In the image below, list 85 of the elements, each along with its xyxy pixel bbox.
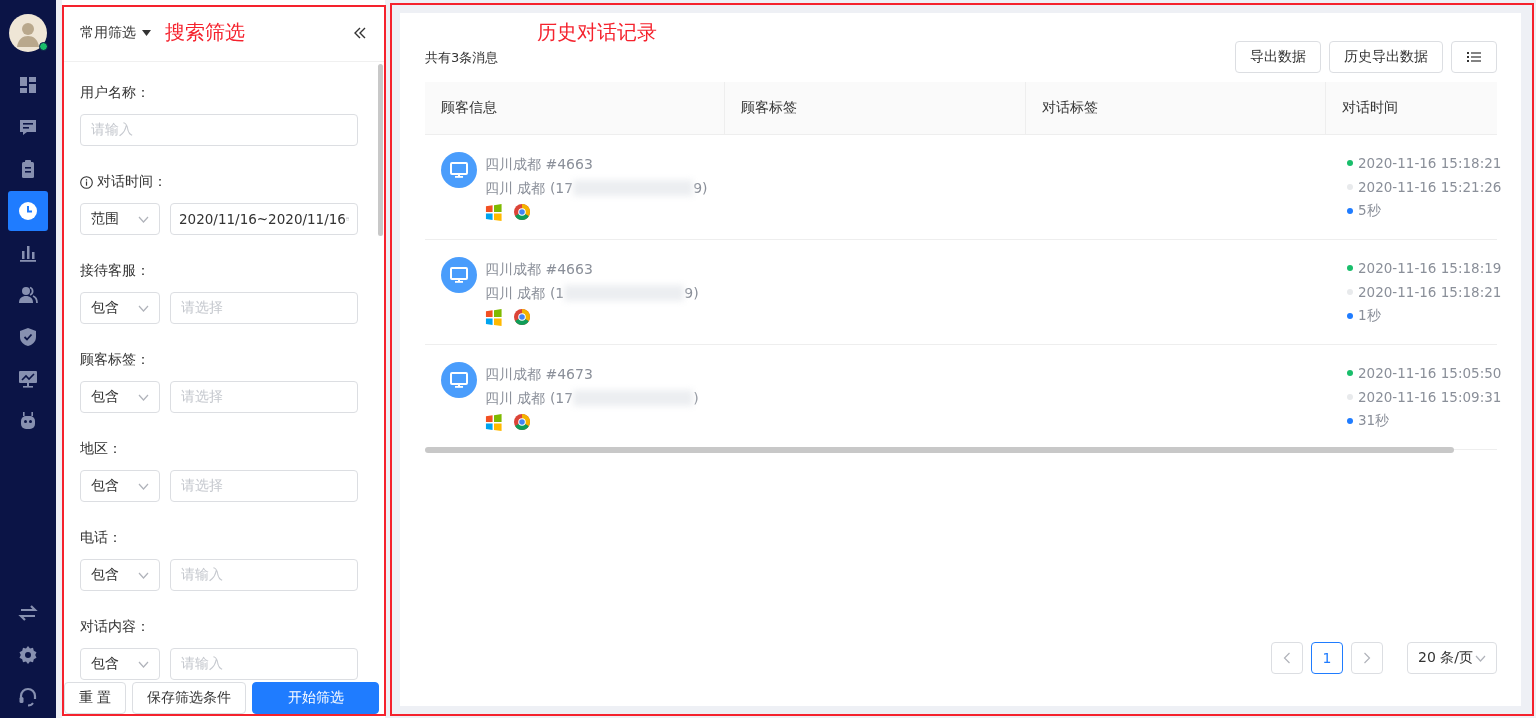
color-squares-icon [485,413,503,431]
avatar[interactable] [9,14,47,52]
field-label: 对话时间： [97,173,167,191]
color-squares-icon [485,308,503,326]
shield-icon [18,327,38,347]
customer-location: 四川 成都 (17 [485,179,574,198]
operator-select[interactable]: 包含 [80,559,160,591]
customer-location: 9) [684,284,699,303]
customer-location: ) [693,389,699,408]
chevron-down-icon [138,215,149,223]
time-text: 2020-11-16 15:18:21 [1358,155,1502,171]
time-text: 2020-11-16 15:21:26 [1358,179,1502,195]
customer-location: 9) [693,179,708,198]
chevron-down-icon [138,571,149,579]
customer-location: 四川 成都 (1 [485,284,565,303]
color-wheel-icon [513,308,531,326]
monitor-avatar [441,257,477,293]
chevron-down-icon [1475,654,1486,662]
filter-button[interactable]: 重 置 [64,682,127,714]
color-squares-icon [485,203,503,221]
monitor-chart-icon [18,369,38,389]
time-text: 1秒 [1358,307,1381,325]
horizontal-scrollbar[interactable] [425,447,1455,453]
swap-icon [18,603,38,623]
time-text: 2020-11-16 15:05:50 [1358,365,1502,381]
chevron-down-icon [138,482,149,490]
time-text: 5秒 [1358,202,1381,220]
apply-filter-button[interactable]: 开始筛选 [252,682,379,714]
collapse-icon[interactable] [353,25,367,40]
field-label: 电话： [80,529,122,547]
users-icon [18,285,38,305]
preset-dropdown[interactable]: 常用筛选 [80,23,151,42]
clock-icon [18,201,38,221]
date-range-input[interactable]: 2020/11/16~2020/11/16 [170,203,358,235]
nav-item[interactable] [8,191,48,231]
color-wheel-icon [513,413,531,431]
field-label: 顾客标签： [80,351,150,369]
robot-icon [18,411,38,431]
annotation-label: 历史对话记录 [537,19,657,46]
filter-button[interactable]: 保存筛选条件 [132,682,247,714]
column-menu-button[interactable] [1451,41,1497,73]
customer-name: 四川成都 #4663 [485,155,594,174]
export-button[interactable]: 导出数据 [1235,41,1321,73]
field-label: 用户名称： [80,84,150,102]
dashboard-icon [18,75,38,95]
monitor-avatar [441,152,477,188]
chevron-down-icon [138,304,149,312]
operator-select[interactable]: 包含 [80,381,160,413]
page-button[interactable]: 1 [1311,642,1343,674]
list-icon [1467,51,1481,63]
annotation-label: 搜索筛选 [165,19,245,46]
chevron-right-icon [1363,652,1371,664]
column-header: 对话时间 [1341,98,1399,117]
export-button[interactable]: 历史导出数据 [1329,41,1443,73]
chevron-left-icon [1283,652,1291,664]
time-text: 31秒 [1358,412,1390,430]
monitor-avatar [441,362,477,398]
column-header: 对话标签 [1026,82,1326,134]
customer-name: 四川成都 #4663 [485,260,594,279]
headset-icon [18,687,38,707]
time-text: 2020-11-16 15:18:21 [1358,284,1502,300]
field-label: 地区： [80,440,122,458]
chevron-down-icon [138,393,149,401]
operator-select[interactable]: 包含 [80,292,160,324]
customer-name: 四川成都 #4673 [485,365,594,384]
scrollbar[interactable] [378,64,383,236]
operator-select[interactable]: 包含 [80,470,160,502]
chevron-down-icon [138,660,149,668]
caret-icon [142,29,151,36]
operator-select[interactable]: 包含 [80,648,160,680]
message-count: 共有3条消息 [425,49,499,67]
column-header: 顾客标签 [725,82,1026,134]
operator-select[interactable]: 范围 [80,203,160,235]
page-size-select[interactable]: 20 条/页 [1407,642,1497,674]
settings-icon [18,645,38,665]
time-text: 2020-11-16 15:18:19 [1358,260,1502,276]
color-wheel-icon [513,203,531,221]
field-label: 对话内容： [80,618,150,636]
column-header: 顾客信息 [425,82,725,134]
customer-location: 四川 成都 (17 [485,389,574,408]
time-text: 2020-11-16 15:09:31 [1358,389,1502,405]
info-icon [80,175,93,189]
bar-chart-icon [18,243,38,263]
field-label: 接待客服： [80,262,150,280]
chat-icon [18,117,38,137]
